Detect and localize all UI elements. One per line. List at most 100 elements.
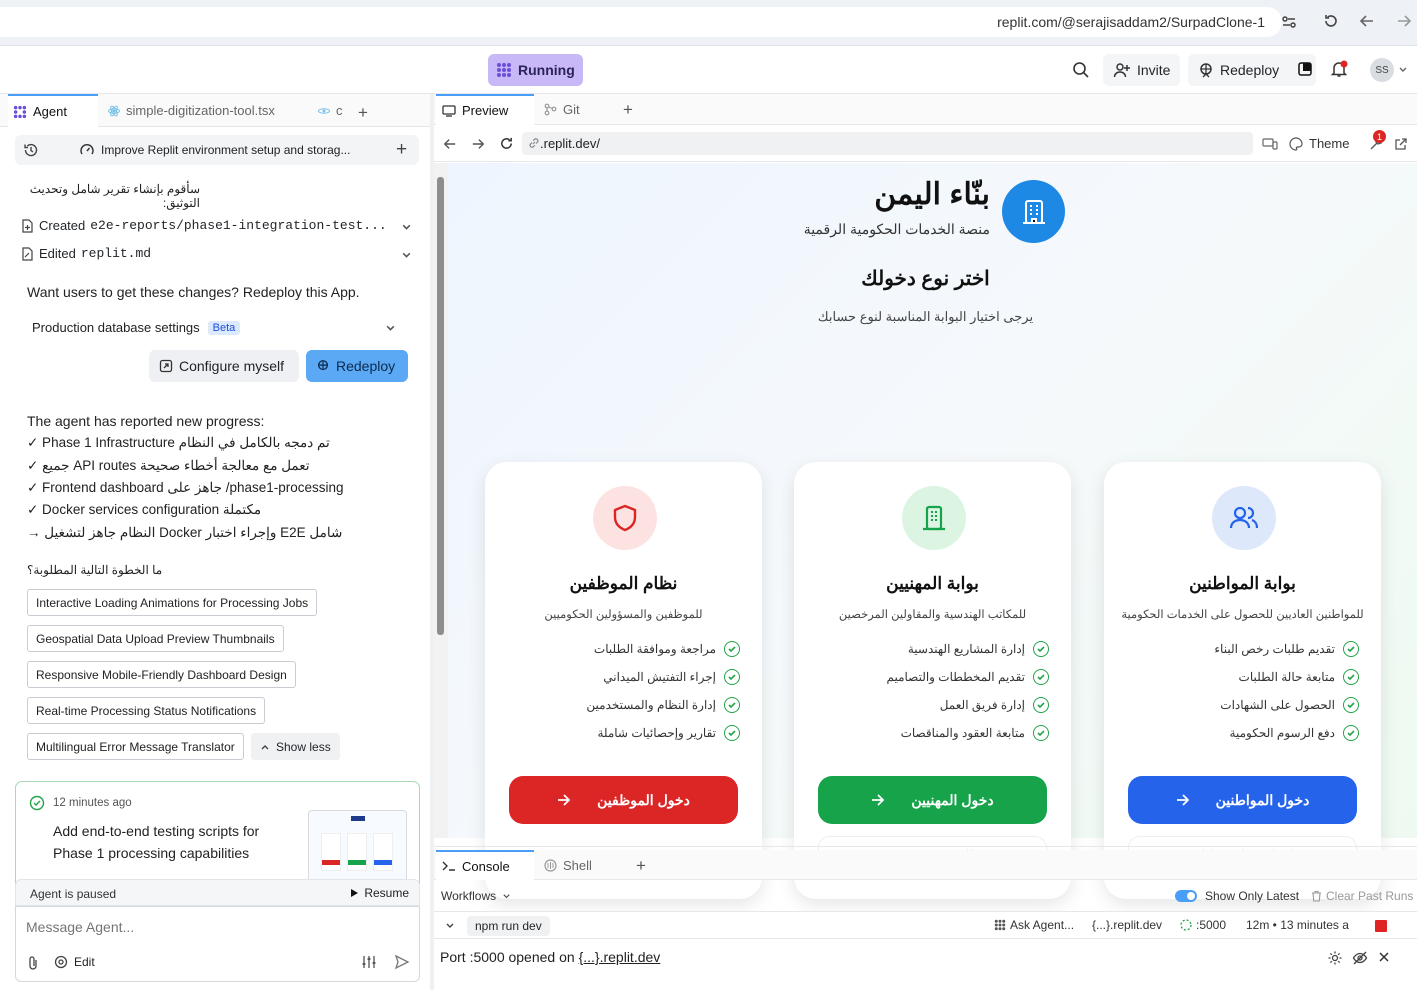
paused-bar: Agent is paused Resume xyxy=(15,879,420,906)
refresh-icon[interactable] xyxy=(499,136,514,151)
bell-icon[interactable] xyxy=(1330,60,1348,78)
open-external-icon[interactable] xyxy=(1394,137,1408,151)
tab-git[interactable]: Git xyxy=(544,94,580,125)
file-action-edited[interactable]: Edited replit.md xyxy=(20,246,416,261)
check-icon xyxy=(724,641,740,657)
tab-agent[interactable]: Agent xyxy=(8,94,98,127)
db-settings-row[interactable]: Production database settings Beta xyxy=(32,320,241,335)
settings-icon[interactable] xyxy=(1327,950,1343,966)
chevron-down-icon[interactable] xyxy=(1398,65,1408,75)
deploy-icon xyxy=(316,359,330,373)
avatar[interactable]: SS xyxy=(1370,58,1394,82)
chevron-down-icon xyxy=(502,892,511,901)
back-icon[interactable] xyxy=(443,137,457,151)
console-output-link[interactable]: {...}.replit.dev xyxy=(579,949,661,965)
tab-simple-digitization-tool[interactable]: simple-digitization-tool.tsx xyxy=(108,94,275,127)
toggle-switch[interactable] xyxy=(1175,890,1197,902)
employees-login-button[interactable]: دخول الموظفين xyxy=(509,776,738,824)
suggestion-chip[interactable]: Responsive Mobile-Friendly Dashboard Des… xyxy=(27,661,296,688)
attach-icon[interactable] xyxy=(26,955,40,971)
citizens-login-button[interactable]: دخول المواطنين xyxy=(1128,776,1357,824)
checkpoint-card[interactable]: 12 minutes ago Add end-to-end testing sc… xyxy=(15,781,420,891)
feature-label: إجراء التفتيش الميداني xyxy=(603,670,716,684)
message-input[interactable] xyxy=(26,915,406,939)
reload-icon[interactable] xyxy=(1323,13,1339,29)
message-composer: Edit xyxy=(15,906,420,982)
professionals-login-button[interactable]: دخول المهنيين xyxy=(818,776,1047,824)
search-icon[interactable] xyxy=(1072,61,1090,79)
tab-console[interactable]: Console xyxy=(436,850,534,880)
run-port[interactable]: :5000 xyxy=(1180,918,1226,932)
new-tab-icon[interactable]: + xyxy=(636,856,646,876)
forward-icon[interactable] xyxy=(471,137,485,151)
back-icon[interactable] xyxy=(1359,13,1375,29)
stop-icon[interactable] xyxy=(1375,920,1387,932)
chevron-down-icon[interactable] xyxy=(445,921,455,931)
preview-address-bar[interactable]: .replit.dev/ xyxy=(522,132,1253,155)
suggestion-chip[interactable]: Interactive Loading Animations for Proce… xyxy=(27,589,318,616)
browser-toolbar: replit.com/@serajisaddam2/SurpadClone-1 xyxy=(0,0,1417,46)
history-icon[interactable] xyxy=(23,142,39,158)
tab-preview[interactable]: Preview xyxy=(436,94,534,125)
arrow-right-icon xyxy=(1176,794,1190,806)
running-button[interactable]: Running xyxy=(488,54,583,86)
scrollbar-thumb[interactable] xyxy=(437,177,444,635)
action-verb: Created xyxy=(39,218,86,233)
checkpoint-text: Add end-to-end testing scripts for Phase… xyxy=(53,823,260,861)
run-command[interactable]: npm run dev xyxy=(467,916,550,936)
theme-button[interactable]: Theme xyxy=(1289,136,1349,151)
sliders-icon[interactable] xyxy=(361,954,377,970)
card-subtitle: للمواطنين العاديين للحصول على الخدمات ال… xyxy=(1121,609,1364,621)
running-icon xyxy=(496,62,512,78)
tab-extra[interactable]: c xyxy=(318,94,343,127)
resume-button[interactable]: Resume xyxy=(350,886,409,900)
devtools-badge: 1 xyxy=(1373,130,1386,143)
suggestion-chip[interactable]: Real-time Processing Status Notification… xyxy=(27,697,266,724)
brand-tagline: منصة الخدمات الحكومية الرقمية xyxy=(803,221,990,237)
devices-icon[interactable] xyxy=(1262,137,1278,151)
progress-line: ✓ جميع API routes تعمل مع معالجة أخطاء ص… xyxy=(27,458,310,473)
thread-title[interactable]: Improve Replit environment setup and sto… xyxy=(101,143,350,157)
suggestion-chip[interactable]: Multilingual Error Message Translator xyxy=(27,733,244,760)
site-settings-icon[interactable] xyxy=(1280,13,1298,31)
new-thread-icon[interactable]: + xyxy=(396,139,407,161)
show-only-latest-toggle[interactable]: Show Only Latest xyxy=(1175,889,1299,903)
card-title: بوابة المواطنين xyxy=(1189,574,1296,593)
invite-button[interactable]: Invite xyxy=(1103,54,1181,86)
pane-divider[interactable] xyxy=(434,846,1417,847)
feature-item: إدارة المشاريع الهندسية xyxy=(908,641,1049,657)
suggestion-chip[interactable]: Geospatial Data Upload Preview Thumbnail… xyxy=(27,625,284,652)
running-label: Running xyxy=(518,62,575,78)
checkpoint-thumbnail[interactable] xyxy=(308,810,407,884)
eye-off-icon[interactable] xyxy=(1352,950,1368,966)
browser-url[interactable]: replit.com/@serajisaddam2/SurpadClone-1 xyxy=(997,14,1265,30)
preview-panel: Preview Git + .replit.dev/ Theme 1 بنّاء… xyxy=(434,94,1417,990)
send-icon[interactable] xyxy=(394,954,410,970)
chevron-down-icon[interactable] xyxy=(401,250,412,261)
right-tab-bar xyxy=(434,94,1417,125)
feature-item: تقديم المخططات والتصاميم xyxy=(886,669,1049,685)
redeploy-button[interactable]: Redeploy xyxy=(306,350,408,382)
check-icon xyxy=(1033,641,1049,657)
shield-icon xyxy=(611,503,639,533)
new-tab-icon[interactable]: + xyxy=(623,100,633,120)
screenshot-icon[interactable] xyxy=(1297,61,1313,77)
feature-label: مراجعة وموافقة الطلبات xyxy=(593,642,716,656)
workflows-dropdown[interactable]: Workflows xyxy=(441,889,511,903)
chevron-down-icon[interactable] xyxy=(401,222,412,233)
run-domain[interactable]: {...}.replit.dev xyxy=(1092,918,1162,932)
clear-past-runs-button[interactable]: Clear Past Runs xyxy=(1311,889,1413,903)
new-tab-icon[interactable]: + xyxy=(358,103,368,123)
check-circle-icon xyxy=(29,795,45,811)
configure-myself-button[interactable]: Configure myself xyxy=(149,350,299,382)
file-action-created[interactable]: Created e2e-reports/phase1-integration-t… xyxy=(20,218,416,233)
ask-agent-button[interactable]: Ask Agent... xyxy=(994,918,1074,932)
tab-shell[interactable]: Shell xyxy=(544,850,592,880)
edit-mode-icon xyxy=(54,955,68,969)
show-less-button[interactable]: Show less xyxy=(251,733,340,760)
edit-button[interactable]: Edit xyxy=(54,955,95,969)
close-icon[interactable] xyxy=(1378,951,1390,963)
forward-icon[interactable] xyxy=(1396,13,1412,29)
file-edit-icon xyxy=(20,246,34,261)
chevron-down-icon[interactable] xyxy=(385,323,396,334)
